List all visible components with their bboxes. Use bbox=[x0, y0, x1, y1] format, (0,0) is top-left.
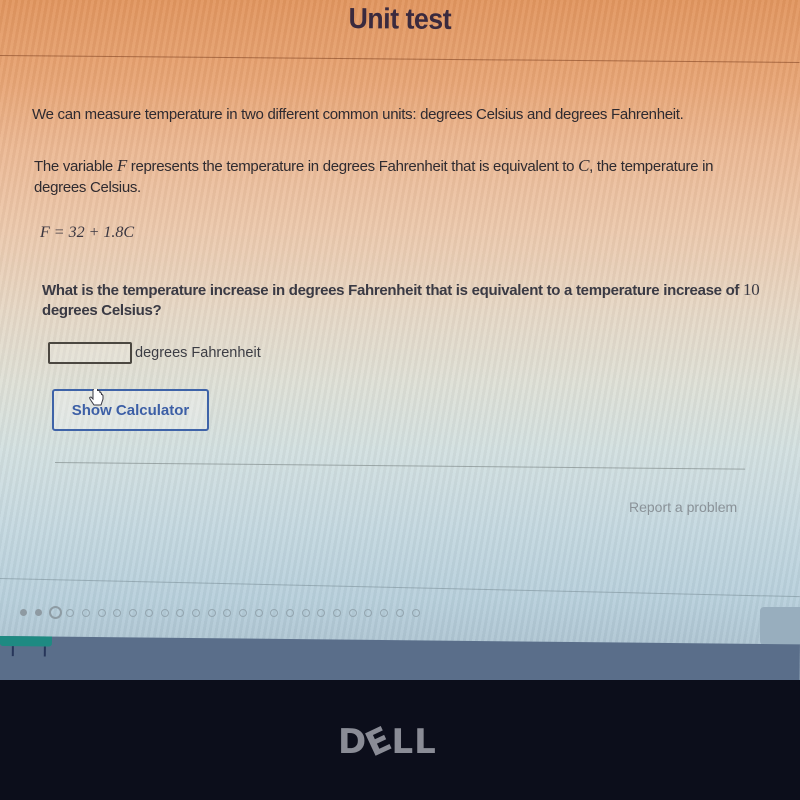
progress-dot[interactable] bbox=[34, 609, 42, 616]
screen: Unit test We can measure temperature in … bbox=[0, 0, 800, 680]
dell-logo: DELL bbox=[338, 719, 437, 765]
progress-dot[interactable] bbox=[301, 608, 310, 617]
taskbar-active-item[interactable] bbox=[0, 636, 52, 647]
progress-dot[interactable] bbox=[348, 608, 357, 617]
progress-dot[interactable] bbox=[160, 608, 169, 617]
report-problem-link[interactable]: Report a problem bbox=[629, 499, 737, 515]
progress-dot[interactable] bbox=[223, 608, 232, 617]
question-progress bbox=[20, 606, 427, 619]
progress-dot[interactable] bbox=[176, 608, 185, 617]
progress-dot[interactable] bbox=[97, 608, 106, 617]
progress-dot[interactable] bbox=[82, 608, 91, 617]
progress-dot[interactable] bbox=[254, 608, 263, 617]
answer-input[interactable] bbox=[48, 342, 132, 364]
progress-dot[interactable] bbox=[270, 608, 279, 617]
taskbar bbox=[0, 636, 800, 680]
progress-dot[interactable] bbox=[411, 608, 420, 617]
definition-part: represents the temperature in degrees Fa… bbox=[126, 158, 579, 175]
divider bbox=[54, 462, 745, 470]
progress-dot[interactable] bbox=[129, 608, 138, 617]
progress-dot[interactable] bbox=[364, 608, 373, 617]
progress-dot[interactable] bbox=[395, 608, 404, 617]
progress-dot-current[interactable] bbox=[49, 606, 63, 619]
definition-part: The variable bbox=[34, 158, 117, 175]
question-value: 10 bbox=[743, 280, 760, 299]
progress-dot[interactable] bbox=[66, 608, 75, 617]
answer-row: degrees Fahrenheit bbox=[48, 342, 261, 364]
progress-dot[interactable] bbox=[286, 608, 294, 617]
progress-dot[interactable] bbox=[144, 608, 153, 617]
intro-text: We can measure temperature in two differ… bbox=[32, 106, 684, 123]
question-part: What is the temperature increase in degr… bbox=[42, 282, 743, 299]
next-button[interactable] bbox=[760, 607, 800, 645]
progress-dot[interactable] bbox=[207, 608, 216, 617]
definition-text: The variable F represents the temperatur… bbox=[34, 155, 769, 198]
page-title: Unit test bbox=[348, 3, 452, 36]
logo-letter: L bbox=[414, 722, 437, 762]
progress-dot[interactable] bbox=[20, 609, 27, 616]
formula-text: F = 32 + 1.8C bbox=[40, 224, 135, 241]
progress-dot[interactable] bbox=[380, 608, 389, 617]
header: Unit test bbox=[0, 0, 800, 63]
question-text: What is the temperature increase in degr… bbox=[42, 280, 772, 321]
unit-label: degrees Fahrenheit bbox=[135, 345, 261, 361]
divider bbox=[0, 578, 800, 598]
show-calculator-button[interactable]: Show Calculator bbox=[52, 389, 209, 431]
formula: F = 32 + 1.8C bbox=[40, 224, 134, 242]
progress-dot[interactable] bbox=[333, 608, 342, 617]
progress-dot[interactable] bbox=[191, 608, 200, 617]
question-part: degrees Celsius? bbox=[42, 302, 162, 319]
variable-f: F bbox=[116, 156, 127, 175]
progress-dot[interactable] bbox=[317, 608, 326, 617]
progress-dot[interactable] bbox=[113, 608, 122, 617]
progress-dot[interactable] bbox=[238, 608, 247, 617]
variable-c: C bbox=[578, 156, 590, 175]
hand-cursor-icon bbox=[89, 389, 104, 406]
